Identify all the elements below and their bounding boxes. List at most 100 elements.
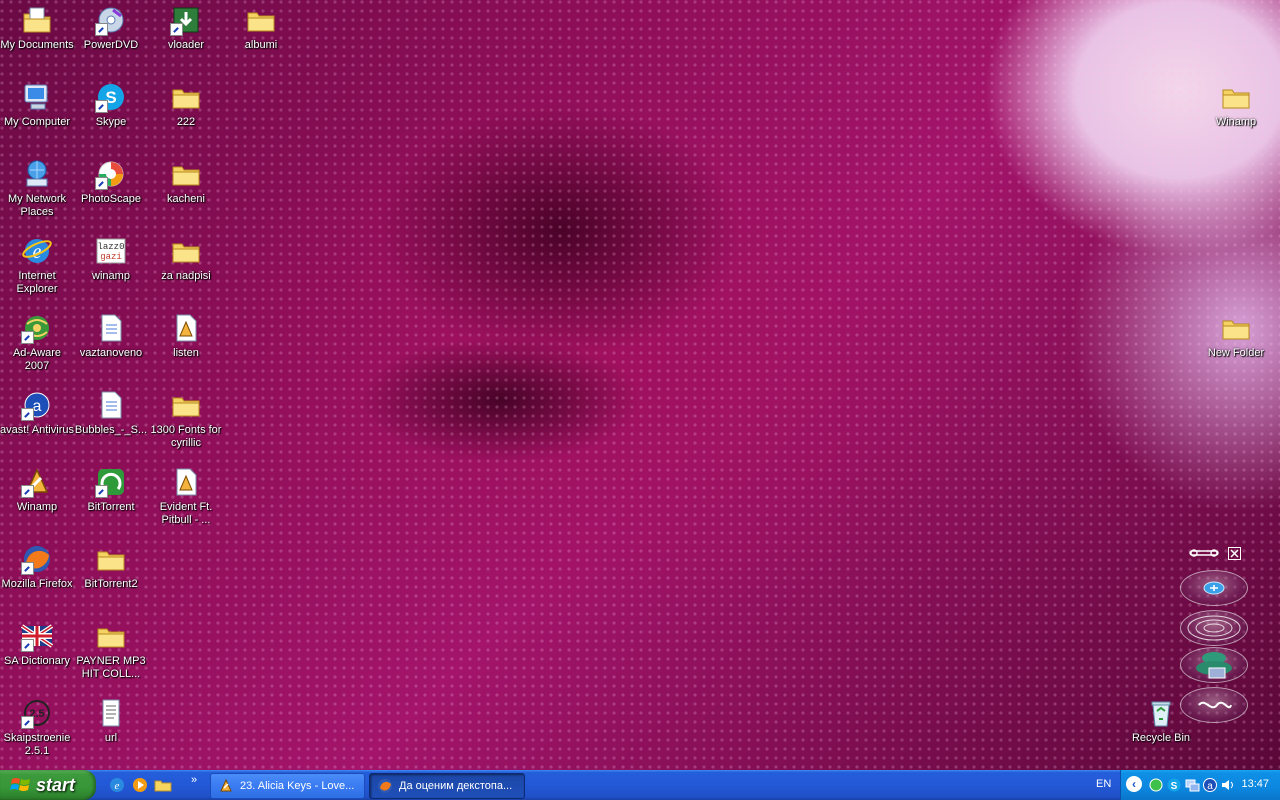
desktop-icon-powerdvd[interactable]: PowerDVD [74,4,148,52]
desktop-icon-label: My Computer [3,116,71,128]
desktop-icon-label: url [104,732,118,744]
desktop-icon-bittorrent[interactable]: BitTorrent [74,466,148,514]
gadget-panel [1176,545,1252,745]
clock: 13:47 [1241,778,1269,790]
folder-icon [1220,81,1252,113]
svg-text:gazi: gazi [100,252,122,262]
desktop-icon-kacheni[interactable]: kacheni [149,158,223,206]
text-file-icon [95,697,127,729]
desktop-icon-avast[interactable]: a avast! Antivirus [0,389,74,437]
tray-chevron-icon[interactable]: ‹ [1126,776,1142,792]
desktop-icon-label: Winamp [1215,116,1257,128]
shortcut-arrow-icon [21,408,34,421]
folder-icon [170,389,202,421]
desktop-icon-my-network-places[interactable]: My Network Places [0,158,74,219]
tray-network-icon[interactable] [1184,777,1200,793]
taskbar: start e » 23. Alicia Keys - Love... Да о… [0,770,1280,800]
desktop-icon-my-computer[interactable]: My Computer [0,81,74,129]
desktop-icon-payner[interactable]: PAYNER MP3 HIT COLL... [74,620,148,681]
folder-icon [170,158,202,190]
desktop-icon-url[interactable]: url [74,697,148,745]
folder-icon [245,4,277,36]
desktop-icon-internet-explorer[interactable]: e Internet Explorer [0,235,74,296]
powerdvd-icon [95,4,127,36]
desktop-icon-skaipstroenie[interactable]: 2.5 Skaipstroenie 2.5.1 [0,697,74,758]
desktop-icon-albumi[interactable]: albumi [224,4,298,52]
close-icon[interactable] [1228,547,1241,561]
desktop-icon-bubbles[interactable]: Bubbles_-_S... [74,389,148,437]
desktop-icon-skype[interactable]: S Skype [74,81,148,129]
radar-icon[interactable] [1180,610,1248,646]
quick-launch-explorer-icon[interactable] [154,776,172,794]
shortcut-arrow-icon [21,562,34,575]
quick-launch-ie-icon[interactable]: e [108,776,126,794]
shortcut-arrow-icon [95,100,108,113]
quick-launch-more-button[interactable]: » [191,774,197,786]
tray-av-icon[interactable]: a [1202,777,1218,793]
wrench-icon[interactable] [1188,547,1220,561]
my-documents-icon [21,4,53,36]
shortcut-arrow-icon [95,177,108,190]
text-image-icon: lazz0 gazi [95,235,127,267]
tray-volume-icon[interactable] [1220,777,1236,793]
desktop-icon-label: My Network Places [7,193,67,218]
task-button-firefox[interactable]: Да оценим декстопа... [369,773,525,799]
language-indicator[interactable]: EN [1096,778,1111,790]
desktop-icon-label: kacheni [167,193,205,205]
desktop-icon-fonts-1300[interactable]: 1300 Fonts for cyrillic [149,389,223,450]
desktop-icon-listen[interactable]: listen [149,312,223,360]
shortcut-arrow-icon [170,23,183,36]
desktop-icon-photoscape[interactable]: PhotoScape [74,158,148,206]
shortcut-arrow-icon [21,331,34,344]
desktop-icon-bittorrent2[interactable]: BitTorrent2 [74,543,148,591]
desktop-icon-label: PowerDVD [83,39,139,51]
desktop-icon-my-documents[interactable]: My Documents [0,4,74,52]
stack-icon[interactable] [1180,647,1248,683]
desktop-icon-new-folder[interactable]: New Folder [1199,312,1273,360]
shortcut-arrow-icon [21,639,34,652]
desktop-icon-label: New Folder [1207,347,1265,359]
svg-text:lazz0: lazz0 [97,242,124,252]
desktop-icon-label: PAYNER MP3 HIT COLL... [76,655,146,680]
my-network-places-icon [21,158,53,190]
desktop-icon-winamp-shortcut[interactable]: Winamp [0,466,74,514]
shortcut-arrow-icon [21,716,34,729]
desktop-icon-sa-dictionary[interactable]: SA Dictionary [0,620,74,668]
internet-explorer-icon: e [21,235,53,267]
tray-skype-icon[interactable]: S [1166,777,1182,793]
winamp-file-icon [170,466,202,498]
desktop-icon-folder-222[interactable]: 222 [149,81,223,129]
desktop-icon-label: 222 [176,116,196,128]
desktop-icon-evident-pitbull[interactable]: Evident Ft. Pitbull - ... [149,466,223,527]
desktop-icon-winamp-file[interactable]: lazz0 gazi winamp [74,235,148,283]
firefox-icon [21,543,53,575]
desktop-icon-label: Winamp [16,501,58,513]
desktop-icon-label: albumi [244,39,278,51]
link-icon[interactable] [1180,687,1248,723]
desktop-icon-ad-aware[interactable]: Ad-Aware 2007 [0,312,74,373]
desktop-icon-label: BitTorrent2 [84,578,138,590]
desktop-icon-label: Evident Ft. Pitbull - ... [159,501,213,526]
start-button[interactable]: start [0,770,96,800]
my-computer-icon [21,81,53,113]
task-label: Да оценим декстопа... [399,780,513,792]
desktop-icon-label: SA Dictionary [3,655,71,667]
desktop-icon-mozilla-firefox[interactable]: Mozilla Firefox [0,543,74,591]
folder-icon [170,81,202,113]
document-icon [95,389,127,421]
task-button-winamp[interactable]: 23. Alicia Keys - Love... [210,773,365,799]
uk-flag-icon [21,620,53,652]
skaipstroenie-icon: 2.5 [21,697,53,729]
add-icon[interactable] [1180,570,1248,606]
shortcut-arrow-icon [21,485,34,498]
desktop-icon-vaztanoveno[interactable]: vaztanoveno [74,312,148,360]
desktop-icon-vloader[interactable]: vloader [149,4,223,52]
desktop-icon-label: Skaipstroenie 2.5.1 [3,732,71,757]
document-icon [95,312,127,344]
tray-green-icon[interactable] [1148,777,1164,793]
desktop-icon-winamp-right[interactable]: Winamp [1199,81,1273,129]
quick-launch-media-player-icon[interactable] [131,776,149,794]
desktop-icon-za-nadpisi[interactable]: za nadpisi [149,235,223,283]
desktop-icon-label: Mozilla Firefox [1,578,73,590]
folder-icon [95,620,127,652]
